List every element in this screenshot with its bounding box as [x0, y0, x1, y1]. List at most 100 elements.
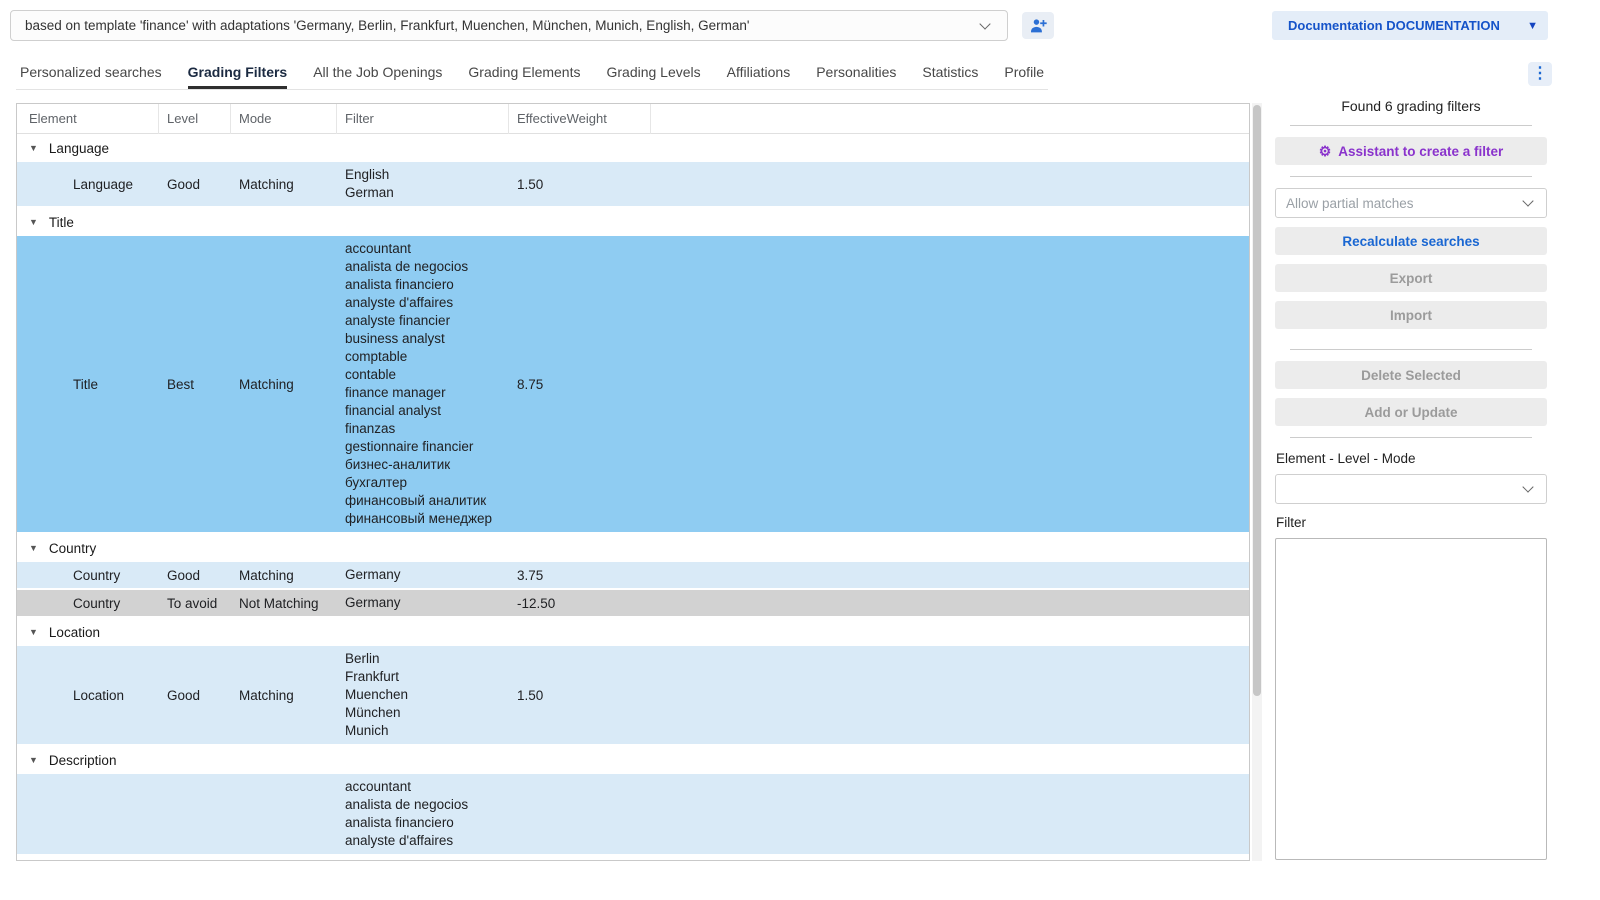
- cell-level: Good: [159, 568, 231, 583]
- filter-label: Filter: [1276, 515, 1548, 530]
- main-content: ElementLevelModeFilterEffectiveWeight ▼ L…: [16, 103, 1262, 861]
- cell-filter: BerlinFrankfurtMuenchenMünchenMunich: [337, 646, 509, 744]
- gear-icon: ⚙: [1319, 143, 1332, 160]
- filter-row[interactable]: CountryTo avoidNot MatchingGermany-12.50: [17, 590, 1249, 616]
- export-button[interactable]: Export: [1275, 264, 1547, 292]
- template-select[interactable]: based on template 'finance' with adaptat…: [10, 10, 1008, 41]
- cell-element: Country: [17, 596, 159, 611]
- filter-row[interactable]: accountantanalista de negociosanalista f…: [17, 774, 1249, 854]
- filter-row[interactable]: LocationGoodMatchingBerlinFrankfurtMuenc…: [17, 646, 1249, 744]
- divider: [1290, 176, 1532, 177]
- tab-personalized-searches[interactable]: Personalized searches: [20, 58, 162, 89]
- tab-grading-elements[interactable]: Grading Elements: [468, 58, 580, 89]
- cell-mode: Matching: [231, 377, 337, 392]
- right-sidebar: Found 6 grading filters ⚙ Assistant to c…: [1274, 92, 1548, 862]
- filter-row[interactable]: LanguageGoodMatchingEnglishGerman1.50: [17, 162, 1249, 206]
- tab-grading-levels[interactable]: Grading Levels: [606, 58, 700, 89]
- column-header-filter[interactable]: Filter: [337, 104, 509, 134]
- cell-element: Location: [17, 688, 159, 703]
- partial-matches-value: Allow partial matches: [1286, 196, 1414, 211]
- assistant-label: Assistant to create a filter: [1338, 144, 1503, 159]
- add-person-button[interactable]: [1022, 12, 1054, 39]
- group-label: Language: [49, 141, 109, 156]
- cell-level: Best: [159, 377, 231, 392]
- filter-row[interactable]: CountryGoodMatchingGermany3.75: [17, 562, 1249, 588]
- cell-mode: Matching: [231, 177, 337, 192]
- caret-down-icon: ▼: [1527, 20, 1538, 32]
- kebab-menu-button[interactable]: ⋮: [1528, 62, 1552, 86]
- tab-all-the-job-openings[interactable]: All the Job Openings: [313, 58, 442, 89]
- template-select-value: based on template 'finance' with adaptat…: [25, 18, 973, 33]
- cell-filter: accountantanalista de negociosanalista f…: [337, 236, 509, 532]
- assistant-button[interactable]: ⚙ Assistant to create a filter: [1275, 137, 1547, 165]
- element-level-mode-select[interactable]: [1275, 474, 1547, 504]
- person-add-icon: [1030, 18, 1047, 33]
- cell-weight: -12.50: [509, 596, 651, 611]
- delete-selected-button[interactable]: Delete Selected: [1275, 361, 1547, 389]
- column-header-filler: [651, 104, 1249, 134]
- filter-textarea[interactable]: [1275, 538, 1547, 860]
- tab-statistics[interactable]: Statistics: [922, 58, 978, 89]
- page: based on template 'finance' with adaptat…: [0, 0, 1600, 900]
- cell-mode: Matching: [231, 688, 337, 703]
- chevron-down-icon: [1522, 481, 1533, 492]
- found-count-text: Found 6 grading filters: [1274, 98, 1548, 114]
- group-label: Country: [49, 541, 96, 556]
- column-header-mode[interactable]: Mode: [231, 104, 337, 134]
- table-body: ▼LanguageLanguageGoodMatchingEnglishGerm…: [17, 134, 1249, 854]
- collapse-triangle-icon[interactable]: ▼: [29, 543, 38, 553]
- scrollbar-thumb[interactable]: [1253, 105, 1261, 696]
- column-header-level[interactable]: Level: [159, 104, 231, 134]
- chevron-down-icon: [979, 18, 990, 29]
- column-header-effectiveweight[interactable]: EffectiveWeight: [509, 104, 651, 134]
- cell-level: Good: [159, 177, 231, 192]
- cell-mode: Matching: [231, 568, 337, 583]
- collapse-triangle-icon[interactable]: ▼: [29, 627, 38, 637]
- cell-weight: 1.50: [509, 688, 651, 703]
- cell-level: Good: [159, 688, 231, 703]
- import-button[interactable]: Import: [1275, 301, 1547, 329]
- tabs-row: Personalized searches Grading Filters All …: [16, 58, 1250, 90]
- cell-weight: 3.75: [509, 568, 651, 583]
- collapse-triangle-icon[interactable]: ▼: [29, 755, 38, 765]
- tabs: Personalized searches Grading Filters All …: [16, 58, 1048, 90]
- tab-affiliations[interactable]: Affiliations: [727, 58, 791, 89]
- table-header: ElementLevelModeFilterEffectiveWeight: [17, 104, 1249, 134]
- group-row-language[interactable]: ▼ Language: [17, 134, 1249, 162]
- grading-filters-table: ElementLevelModeFilterEffectiveWeight ▼ L…: [16, 103, 1250, 861]
- documentation-label: Documentation DOCUMENTATION: [1288, 18, 1500, 33]
- group-label: Location: [49, 625, 100, 640]
- chevron-down-icon: [1522, 195, 1533, 206]
- cell-weight: 8.75: [509, 377, 651, 392]
- group-row-country[interactable]: ▼ Country: [17, 534, 1249, 562]
- tab-grading-filters[interactable]: Grading Filters: [188, 58, 288, 89]
- cell-filter: Germany: [337, 590, 509, 616]
- column-header-element[interactable]: Element: [17, 104, 159, 134]
- group-row-location[interactable]: ▼ Location: [17, 618, 1249, 646]
- cell-element: Language: [17, 177, 159, 192]
- element-level-mode-label: Element - Level - Mode: [1276, 451, 1548, 466]
- cell-filter: Germany: [337, 562, 509, 588]
- divider: [1290, 437, 1532, 438]
- collapse-triangle-icon[interactable]: ▼: [29, 217, 38, 227]
- cell-element: Country: [17, 568, 159, 583]
- cell-weight: 1.50: [509, 177, 651, 192]
- cell-mode: Not Matching: [231, 596, 337, 611]
- documentation-button[interactable]: Documentation DOCUMENTATION ▼: [1272, 11, 1548, 40]
- cell-filter: EnglishGerman: [337, 162, 509, 206]
- partial-matches-select[interactable]: Allow partial matches: [1275, 188, 1547, 218]
- group-label: Description: [49, 753, 117, 768]
- table-scrollbar[interactable]: [1252, 103, 1262, 861]
- group-row-title[interactable]: ▼ Title: [17, 208, 1249, 236]
- divider: [1290, 349, 1532, 350]
- cell-level: To avoid: [159, 596, 231, 611]
- collapse-triangle-icon[interactable]: ▼: [29, 143, 38, 153]
- group-row-description[interactable]: ▼ Description: [17, 746, 1249, 774]
- recalculate-button[interactable]: Recalculate searches: [1275, 227, 1547, 255]
- group-label: Title: [49, 215, 74, 230]
- tab-personalities[interactable]: Personalities: [816, 58, 896, 89]
- filter-row[interactable]: TitleBestMatchingaccountantanalista de n…: [17, 236, 1249, 532]
- add-or-update-button[interactable]: Add or Update: [1275, 398, 1547, 426]
- divider: [1290, 125, 1532, 126]
- tab-profile[interactable]: Profile: [1004, 58, 1044, 89]
